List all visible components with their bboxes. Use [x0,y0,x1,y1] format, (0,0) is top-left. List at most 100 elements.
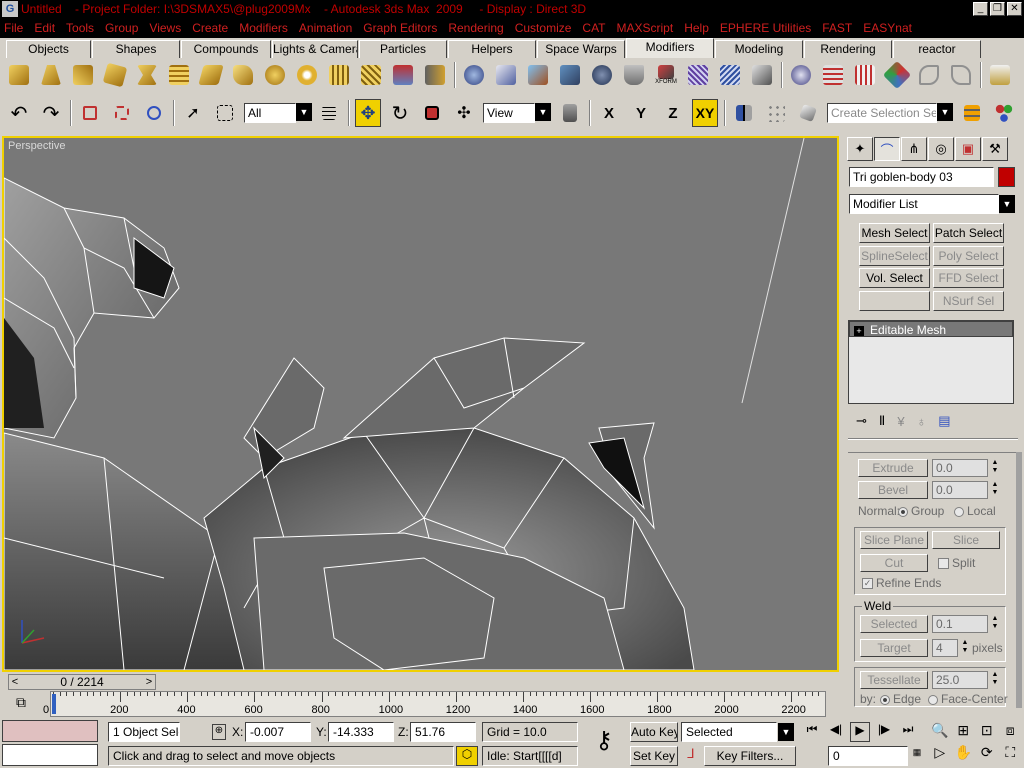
go-to-end-icon[interactable]: ⏭ [898,722,918,742]
meshsmooth-modifier-icon[interactable] [589,61,615,89]
poly-select-button[interactable]: Poly Select [933,246,1004,266]
chevron-down-icon[interactable]: ▼ [937,103,953,121]
tab-space-warps[interactable]: Space Warps [537,40,625,58]
prev-frame-arrow[interactable]: < [8,674,22,690]
pin-stack-icon[interactable]: ⊸ [856,413,867,429]
chevron-down-icon[interactable]: ▼ [999,195,1015,213]
radio-icon[interactable] [928,694,938,705]
select-and-link-icon[interactable] [77,99,103,127]
rollout-scrollbar[interactable] [1016,452,1022,708]
current-frame-field[interactable]: 0 [828,746,908,766]
patch-select-button[interactable]: Patch Select [933,223,1004,243]
sphere-map-icon[interactable] [788,61,814,89]
arc-rotate-icon[interactable]: ⟳ [975,744,999,766]
cloth-modifier-icon[interactable] [461,61,487,89]
flex-modifier-icon[interactable] [422,61,448,89]
select-manipulate-icon[interactable]: ✣ [451,99,477,127]
restrict-xy-button[interactable]: XY [692,99,718,127]
track-bar[interactable]: 0 200 400 600 800 1000 1200 1400 1600 1800 2000 220… [43,691,826,717]
maxscript-listener-mini[interactable] [2,720,98,742]
taper-modifier-icon[interactable] [38,61,64,89]
auto-key-button[interactable]: Auto Key [630,722,678,742]
menu-help[interactable]: Help [684,21,709,35]
display-tab-icon[interactable]: ▣ [955,137,981,161]
bend-modifier-icon[interactable] [6,61,32,89]
restore-button[interactable]: ❐ [990,2,1005,16]
tab-shapes[interactable]: Shapes [92,40,180,58]
restrict-y-button[interactable]: Y [628,99,654,127]
menu-ephere[interactable]: EPHERE Utilities [720,21,811,35]
time-configuration-icon[interactable]: ▦ [910,747,924,765]
zoom-icon[interactable]: 🔍 [928,722,952,744]
zoom-extents-icon[interactable]: ⊡ [975,722,999,744]
push-modifier-icon[interactable] [198,61,224,89]
tab-lights-cameras[interactable]: Lights & Cameras [272,40,358,58]
selection-lock-icon[interactable]: ⊕ [212,724,226,740]
next-frame-icon[interactable]: |▶ [874,722,894,742]
spline-select-button[interactable]: SplineSelect [859,246,930,266]
weld-pixels-spinner[interactable]: 4 [932,639,958,657]
split-checkbox[interactable]: Split [938,556,975,570]
material-editor-icon[interactable] [991,99,1017,127]
spinner-arrows-icon[interactable]: ▲ ▼ [990,671,1000,689]
select-and-move-icon[interactable]: ✥ [355,99,381,127]
tangent-type-icon[interactable]: ⅃ [682,746,700,766]
undo-icon[interactable]: ↶ [6,99,32,127]
menu-file[interactable]: File [4,21,23,35]
bind-space-warp-icon[interactable] [141,99,167,127]
menu-edit[interactable]: Edit [34,21,55,35]
weld-threshold-spinner[interactable]: 0.1 [932,615,988,633]
set-key-button[interactable]: Set Key [630,746,678,766]
by-face-center-radio[interactable]: Face-Center [928,692,1008,706]
stretch-modifier-icon[interactable] [134,61,160,89]
vol-select-button[interactable]: Vol. Select [859,268,930,288]
curve-editor-icon[interactable]: ⧉ [8,694,34,714]
create-tab-icon[interactable]: ✦ [847,137,873,161]
bevel-button[interactable]: Bevel [858,481,928,499]
motion-tab-icon[interactable]: ◎ [928,137,954,161]
menu-graph-editors[interactable]: Graph Editors [363,21,437,35]
noise-modifier-icon[interactable] [102,61,128,89]
checkbox-icon[interactable]: ✓ [862,578,873,590]
slice-plane-button[interactable]: Slice Plane [860,531,928,549]
subdivide-icon[interactable] [882,60,912,90]
spline-curve-icon[interactable] [916,61,942,89]
squeeze-modifier-icon[interactable] [166,61,192,89]
key-filters-button[interactable]: Key Filters... [704,746,796,766]
optimize-modifier-icon[interactable] [685,61,711,89]
object-name-field[interactable]: Tri goblen-body 03 [849,167,994,187]
uvw-map-modifier-icon[interactable] [525,61,551,89]
tab-particles[interactable]: Particles [359,40,447,58]
menu-group[interactable]: Group [105,21,138,35]
skew-modifier-icon[interactable] [326,61,352,89]
by-edge-radio[interactable]: Edge [880,692,921,706]
restrict-z-button[interactable]: Z [660,99,686,127]
empty-modifier-button[interactable] [859,291,930,311]
menu-customize[interactable]: Customize [515,21,572,35]
box-mesh-icon[interactable] [749,61,775,89]
unwrap-uvw-modifier-icon[interactable] [557,61,583,89]
chevron-down-icon[interactable]: ▼ [778,723,794,741]
bevel-spinner[interactable]: 0.0 [932,481,988,499]
tab-modeling[interactable]: Modeling [715,40,803,58]
refine-ends-checkbox[interactable]: ✓ Refine Ends [862,576,941,590]
maximize-viewport-icon[interactable]: ⛶ [999,744,1023,766]
normal-local-radio[interactable]: Local [954,504,996,518]
shell-modifier-icon[interactable] [621,61,647,89]
x-coord-field[interactable]: -0.007 [245,722,311,742]
hierarchy-tab-icon[interactable]: ⋔ [901,137,927,161]
time-marker[interactable] [52,694,56,714]
skin-modifier-icon[interactable] [493,61,519,89]
next-frame-arrow[interactable]: > [142,674,156,690]
ripple-modifier-icon[interactable] [262,61,288,89]
ffd-select-button[interactable]: FFD Select [933,268,1004,288]
modifier-list-dropdown[interactable]: Modifier List [849,194,999,214]
named-selection-set-input[interactable]: Create Selection Set [827,103,937,123]
normal-group-radio[interactable]: Group [898,504,944,518]
weld-target-button[interactable]: Target [860,639,928,657]
slice-modifier-icon[interactable] [358,61,384,89]
radio-icon[interactable] [898,506,908,517]
show-end-result-icon[interactable]: Ⅱ [879,413,885,429]
y-coord-field[interactable]: -14.333 [328,722,394,742]
mesh-select-icon[interactable] [852,61,878,89]
